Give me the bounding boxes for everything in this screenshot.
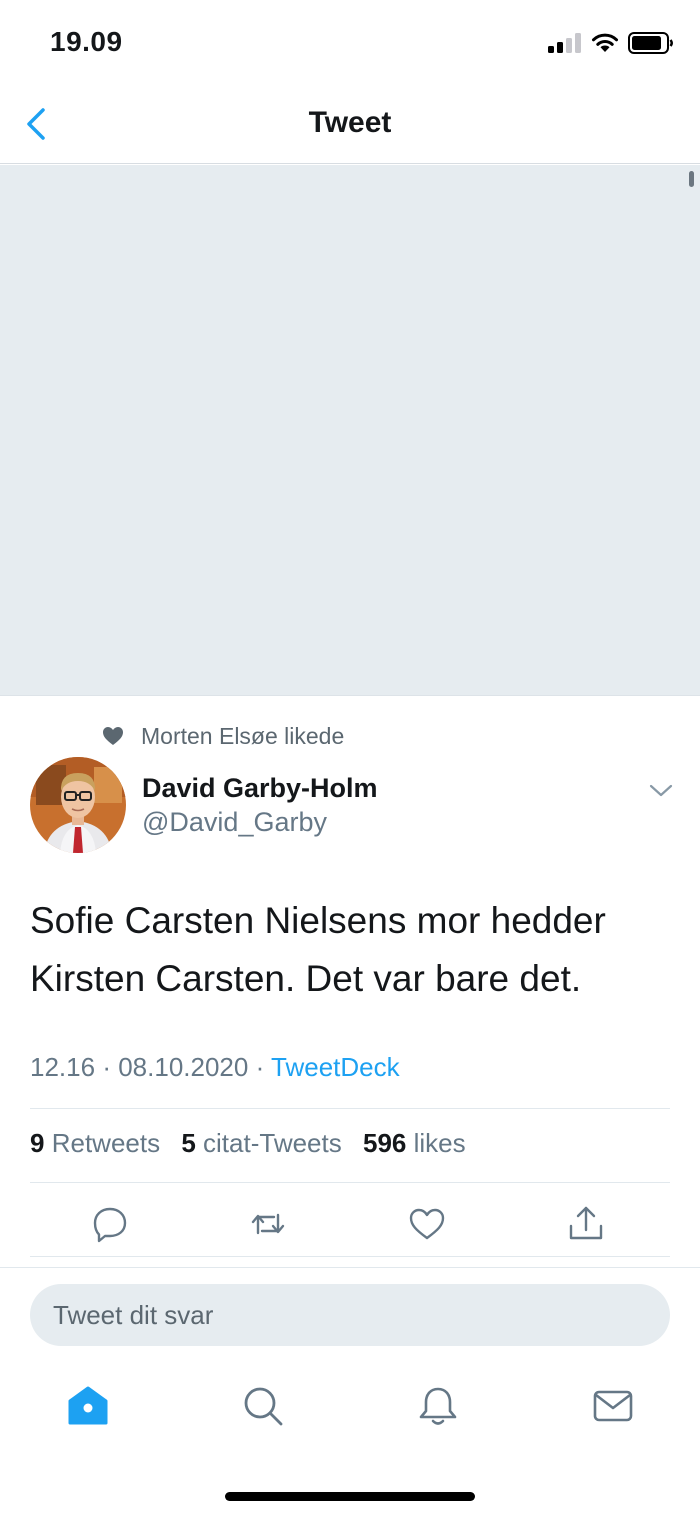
reply-input[interactable]: [30, 1284, 670, 1346]
wifi-icon: [592, 33, 618, 52]
heart-icon: [103, 727, 123, 745]
cellular-signal-icon: [548, 33, 582, 53]
retweet-icon[interactable]: [248, 1204, 288, 1244]
meta-separator: ·: [255, 1052, 265, 1082]
quotes-count: 5: [181, 1128, 196, 1158]
retweets-stat[interactable]: 9 Retweets: [30, 1128, 160, 1158]
author-name[interactable]: David Garby-Holm: [142, 773, 378, 804]
messages-icon[interactable]: [591, 1384, 635, 1428]
notifications-icon[interactable]: [416, 1384, 460, 1428]
chevron-down-icon[interactable]: [648, 780, 674, 800]
tweet-source-link[interactable]: TweetDeck: [271, 1052, 400, 1082]
author-handle[interactable]: @David_Garby: [142, 807, 327, 838]
home-indicator[interactable]: [225, 1492, 475, 1501]
search-icon[interactable]: [241, 1384, 285, 1428]
likes-label: likes: [413, 1128, 466, 1158]
page-title: Tweet: [308, 106, 392, 139]
status-bar: 19.09: [0, 0, 700, 88]
home-icon[interactable]: [66, 1384, 110, 1428]
retweets-label: Retweets: [51, 1128, 161, 1158]
divider: [30, 1182, 670, 1183]
scroll-indicator: [689, 171, 694, 187]
tweet-actions: [30, 1196, 670, 1252]
battery-icon: [628, 32, 673, 54]
divider: [30, 1256, 670, 1257]
share-icon[interactable]: [566, 1204, 606, 1244]
author-avatar[interactable]: [30, 757, 126, 853]
navigation-bar: Tweet: [0, 88, 700, 164]
social-context[interactable]: Morten Elsøe likede: [102, 721, 344, 751]
social-context-text: Morten Elsøe likede: [141, 722, 345, 749]
divider: [30, 1108, 670, 1109]
tweet-date: 08.10.2020: [118, 1052, 249, 1082]
status-time: 19.09: [50, 26, 123, 57]
tweet-meta: 12.16 · 08.10.2020 · TweetDeck: [30, 1052, 400, 1083]
quotes-label: citat-Tweets: [203, 1128, 342, 1158]
quotes-stat[interactable]: 5 citat-Tweets: [181, 1128, 341, 1158]
tweet-text: Sofie Carsten Nielsens mor hedder Kirste…: [30, 900, 606, 999]
meta-separator: ·: [102, 1052, 111, 1082]
tweet-media-placeholder[interactable]: [0, 165, 700, 696]
likes-count: 596: [362, 1128, 407, 1158]
tweet-time: 12.16: [30, 1052, 96, 1082]
like-icon[interactable]: [407, 1204, 447, 1244]
tab-bar: [0, 1380, 700, 1436]
tweet-stats: 9 Retweets 5 citat-Tweets 596 likes: [30, 1128, 480, 1159]
retweets-count: 9: [30, 1128, 45, 1158]
likes-stat[interactable]: 596 likes: [363, 1128, 466, 1158]
reply-icon[interactable]: [90, 1204, 130, 1244]
